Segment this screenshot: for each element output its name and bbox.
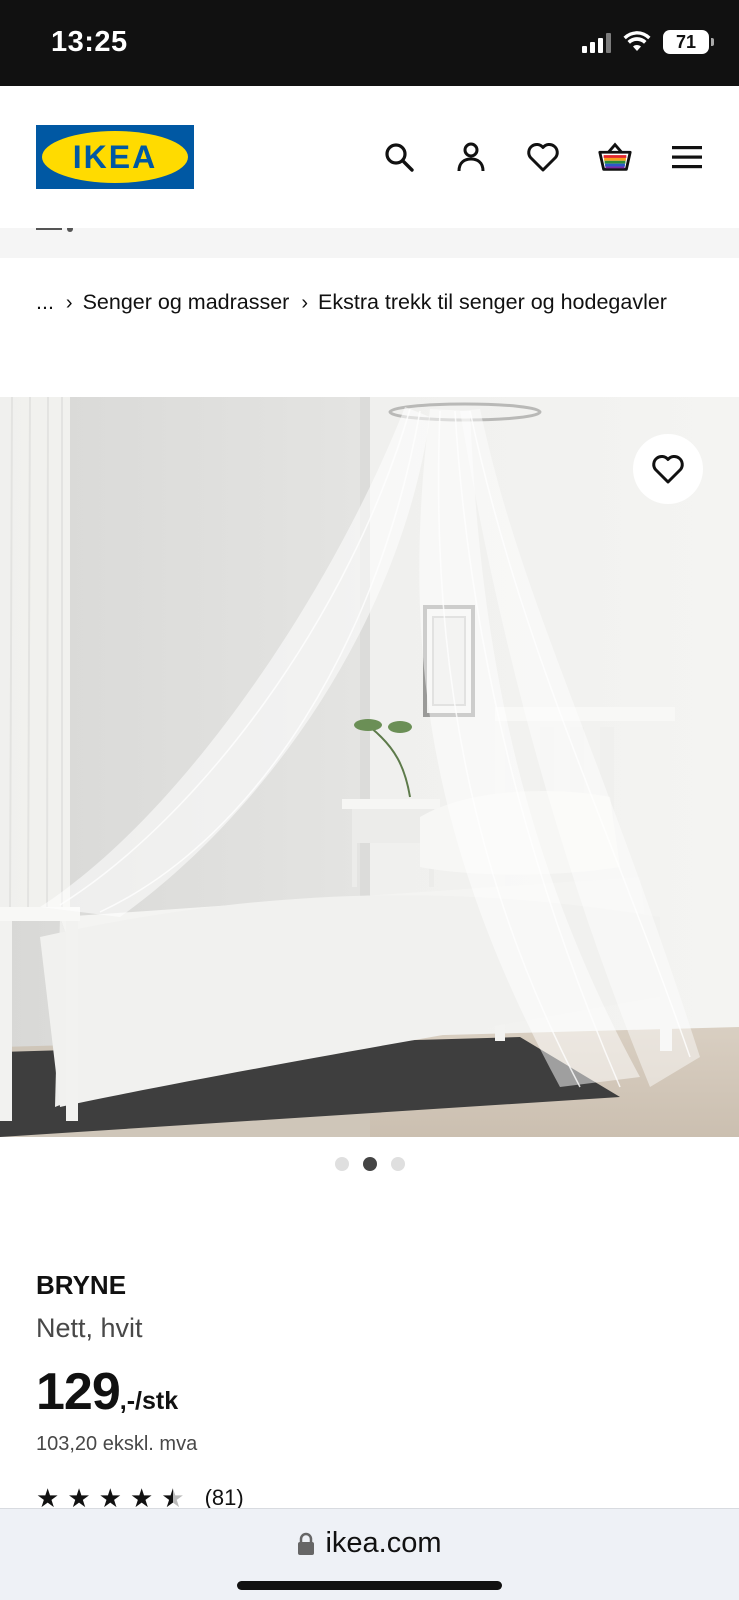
url-text[interactable]: ikea.com xyxy=(325,1527,441,1560)
product-price: 129 ,-/stk xyxy=(36,1362,178,1422)
carousel-dot[interactable] xyxy=(390,1157,405,1171)
half-star-icon: ★ xyxy=(161,1488,184,1508)
wifi-icon xyxy=(623,31,651,51)
browser-bottom-bar: ikea.com xyxy=(0,1508,739,1600)
battery-icon: 71 xyxy=(663,30,714,54)
basket-icon[interactable] xyxy=(597,139,633,175)
logo-text: IKEA xyxy=(72,138,158,175)
breadcrumb: ... › Senger og madrasser › Ekstra trekk til… xyxy=(36,284,716,322)
star-icon: ★ xyxy=(98,1488,122,1508)
rating[interactable]: ★ ★ ★ ★ ★ (81) xyxy=(36,1488,244,1508)
chevron-right-icon: › xyxy=(65,292,73,314)
site-header: IKEA xyxy=(0,86,739,228)
account-icon[interactable] xyxy=(453,139,489,175)
breadcrumb-item[interactable]: Senger og madrasser xyxy=(83,290,290,314)
address-bar[interactable]: ikea.com xyxy=(0,1527,739,1560)
breadcrumb-item[interactable]: Ekstra trekk til senger og hodegavler xyxy=(318,290,667,314)
review-count[interactable]: (81) xyxy=(205,1488,244,1508)
menu-icon[interactable] xyxy=(669,139,705,175)
star-icon: ★ xyxy=(67,1488,91,1508)
carousel-dot[interactable] xyxy=(334,1157,349,1171)
status-indicators: 71 xyxy=(582,30,714,54)
lock-icon xyxy=(298,1532,315,1555)
heart-icon[interactable] xyxy=(525,139,561,175)
carousel-dots xyxy=(0,1157,739,1171)
scrolled-banner xyxy=(0,228,739,258)
breadcrumb-ellipsis[interactable]: ... xyxy=(36,290,54,314)
ikea-logo[interactable]: IKEA xyxy=(36,125,194,189)
heart-icon xyxy=(652,455,684,484)
truck-icon xyxy=(36,228,73,232)
star-icon: ★ xyxy=(129,1488,154,1508)
search-icon[interactable] xyxy=(381,139,417,175)
header-icons xyxy=(381,139,705,175)
add-to-favourites-button[interactable] xyxy=(633,434,703,504)
bed-canopy-photo xyxy=(0,397,739,1137)
cellular-signal-icon xyxy=(582,31,611,53)
carousel-dot-active[interactable] xyxy=(362,1157,377,1171)
price-amount: 129 xyxy=(36,1363,121,1421)
product-name: BRYNE xyxy=(36,1270,127,1300)
product-description: Nett, hvit xyxy=(36,1313,143,1343)
star-icon: ★ xyxy=(36,1488,60,1508)
logo-oval: IKEA xyxy=(42,131,188,183)
product-image[interactable] xyxy=(0,397,739,1137)
chevron-right-icon: › xyxy=(301,292,309,314)
home-indicator[interactable] xyxy=(237,1581,502,1590)
price-ex-vat: 103,20 ekskl. mva xyxy=(36,1433,198,1455)
status-bar: 13:25 71 xyxy=(0,0,739,86)
price-unit: ,-/stk xyxy=(119,1387,179,1415)
status-time: 13:25 xyxy=(51,26,128,58)
